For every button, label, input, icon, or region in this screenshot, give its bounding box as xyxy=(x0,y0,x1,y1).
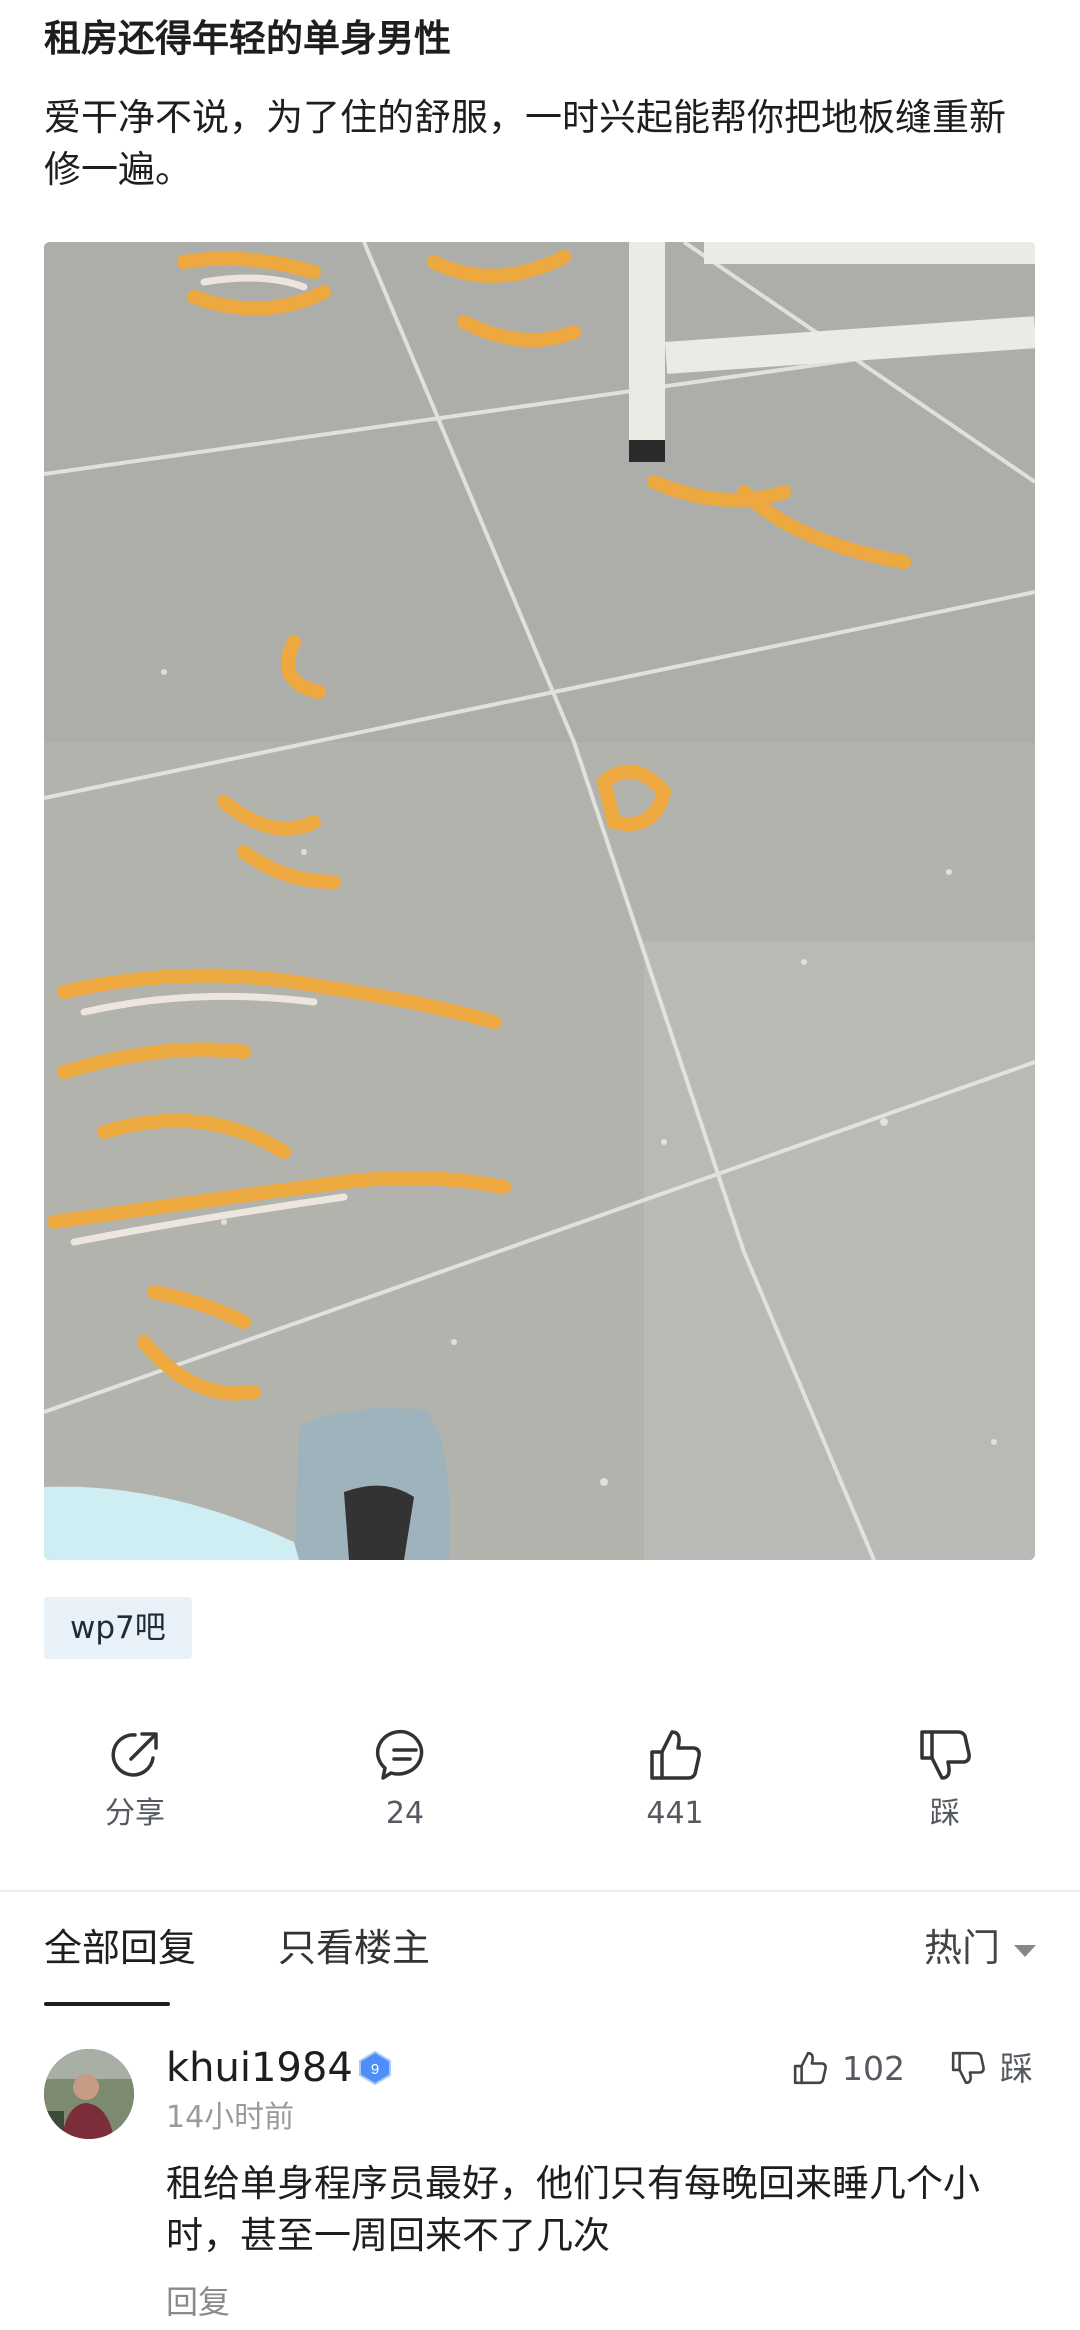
post-body: 爱干净不说，为了住的舒服，一时兴起能帮你把地板缝重新修一遍。 xyxy=(44,96,1006,191)
comment-icon xyxy=(375,1729,424,1780)
share-icon xyxy=(111,1732,158,1777)
comment-button[interactable]: 24 xyxy=(305,1718,505,1858)
avatar-image xyxy=(44,2049,134,2139)
share-label: 分享 xyxy=(105,1796,165,1831)
reply-tabs: 全部回复 只看楼主 热门 xyxy=(0,1918,1080,2008)
comment-item: khui1984 9 14小时前 102 踩 租给单身程序员最好，他们只有每晚回… xyxy=(0,2040,1080,2330)
level-badge-icon: 9 xyxy=(359,2050,391,2086)
forum-tag[interactable]: wp7吧 xyxy=(44,1597,192,1659)
like-count: 441 xyxy=(646,1796,704,1831)
thumbs-down-icon xyxy=(951,2051,985,2085)
comment-dislike-label: 踩 xyxy=(1000,2049,1033,2088)
post-title: 租房还得年轻的单身男性 xyxy=(44,17,451,60)
comment-count: 24 xyxy=(385,1796,425,1831)
comment-username[interactable]: khui1984 xyxy=(166,2040,353,2096)
thumbs-up-icon xyxy=(793,2051,827,2085)
section-divider xyxy=(0,1890,1080,1892)
floor-tiles-photo xyxy=(44,242,1035,1560)
thumbs-up-icon xyxy=(650,1730,701,1780)
comment-like-count: 102 xyxy=(842,2049,905,2088)
comment-time: 14小时前 xyxy=(166,2100,295,2135)
tab-owner-only[interactable]: 只看楼主 xyxy=(278,1918,430,1978)
post-action-bar: 分享 24 441 踩 xyxy=(0,1718,1080,1858)
sort-label: 热门 xyxy=(923,1926,1000,1970)
avatar[interactable] xyxy=(44,2049,134,2139)
sort-dropdown[interactable]: 热门 xyxy=(924,1918,1036,1978)
caret-down-icon xyxy=(1014,1944,1036,1957)
share-button[interactable]: 分享 xyxy=(35,1718,235,1858)
comment-text: 租给单身程序员最好，他们只有每晚回来睡几个小时，甚至一周回来不了几次 xyxy=(166,2162,980,2257)
dislike-button[interactable]: 踩 xyxy=(845,1718,1045,1858)
tab-all-replies[interactable]: 全部回复 xyxy=(44,1918,196,1978)
thumbs-down-icon xyxy=(920,1730,971,1780)
like-button[interactable]: 441 xyxy=(575,1718,775,1858)
post-image[interactable] xyxy=(44,242,1035,1560)
active-tab-indicator xyxy=(44,2002,170,2006)
comment-reply-button[interactable]: 回复 xyxy=(166,2280,230,2324)
dislike-label: 踩 xyxy=(930,1796,960,1831)
level-number: 9 xyxy=(371,2061,379,2078)
